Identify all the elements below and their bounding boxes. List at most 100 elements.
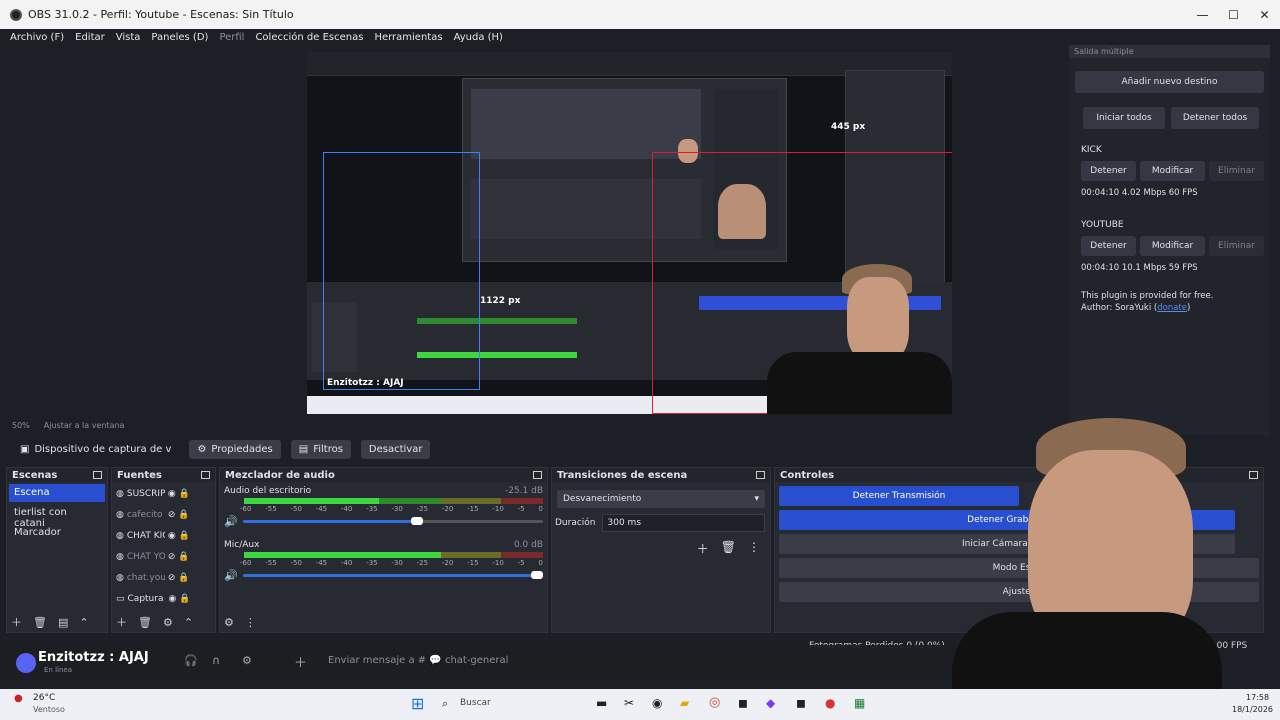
properties-button[interactable]: ⚙ Propiedades	[189, 439, 281, 459]
trash-icon[interactable]: 🗑	[138, 616, 152, 629]
lock-icon[interactable]: 🔒	[179, 489, 190, 499]
target-edit-button[interactable]: Modificar	[1140, 236, 1205, 256]
start-all-button[interactable]: Iniciar todos	[1083, 107, 1165, 129]
fit-label[interactable]: Ajustar a la ventana	[44, 421, 125, 430]
app-icon[interactable]: ◼	[738, 696, 748, 710]
windows-start-icon[interactable]: ⊞	[411, 694, 424, 713]
zoom-value[interactable]: 50%	[12, 421, 30, 430]
stop-stream-button[interactable]: Detener Transmisión	[779, 486, 1019, 506]
minimize-icon[interactable]: —	[1187, 0, 1218, 29]
source-item[interactable]: ◍chat.yout⊘🔒	[112, 568, 215, 587]
menu-archivo[interactable]: Archivo (F)	[10, 32, 64, 43]
eye-icon[interactable]: ◉	[168, 531, 176, 541]
chrome-icon[interactable]: ◎	[709, 695, 720, 710]
add-icon[interactable]: ＋	[11, 614, 22, 630]
menu-paneles[interactable]: Paneles (D)	[151, 32, 208, 43]
lock-icon[interactable]: 🔒	[179, 594, 190, 604]
search-icon[interactable]: ⌕	[442, 697, 448, 711]
eye-off-icon[interactable]: ⊘	[168, 552, 176, 562]
menu-perfil[interactable]: Perfil	[219, 32, 244, 43]
speaker-icon[interactable]: 🔊	[224, 515, 238, 528]
deactivate-button[interactable]: Desactivar	[360, 439, 431, 459]
menu-ayuda[interactable]: Ayuda (H)	[454, 32, 503, 43]
add-icon[interactable]: ＋	[697, 540, 709, 557]
source-item[interactable]: ◍ CHAT KIC ◉ 🔒	[112, 526, 215, 545]
eye-off-icon[interactable]: ⊘	[168, 573, 176, 583]
tick-label: 0	[538, 505, 543, 513]
volume-slider[interactable]	[242, 517, 543, 525]
obs-icon[interactable]: ◉	[652, 696, 662, 710]
clock-time[interactable]: 17:58	[1246, 693, 1269, 702]
source-item[interactable]: ◍SUSCRIPC◉🔒	[112, 484, 215, 503]
filter-icon[interactable]: ▤	[58, 616, 68, 629]
volume-meter	[244, 498, 543, 504]
trash-icon[interactable]: 🗑	[721, 540, 736, 557]
stop-all-button[interactable]: Detener todos	[1171, 107, 1259, 129]
speaker-icon[interactable]: 🔊	[224, 569, 238, 582]
scene-item[interactable]: Marcador	[9, 524, 105, 542]
transition-select[interactable]: Desvanecimiento ▾	[557, 490, 765, 508]
lock-icon[interactable]: 🔒	[178, 510, 189, 520]
target-delete-button[interactable]: Eliminar	[1208, 161, 1265, 181]
duration-input[interactable]: 300 ms	[601, 514, 765, 532]
capcut-icon[interactable]: ✂	[624, 696, 634, 710]
eye-icon[interactable]: ◉	[168, 489, 176, 499]
scene-item[interactable]: Escena	[9, 484, 105, 502]
popout-icon[interactable]	[533, 471, 542, 479]
app-icon[interactable]: ●	[825, 696, 835, 710]
popout-icon[interactable]	[93, 471, 102, 479]
tick-label: -5	[517, 505, 525, 513]
menu-coleccion[interactable]: Colección de Escenas	[255, 32, 363, 43]
deafen-icon[interactable]: 🎧	[184, 654, 198, 667]
popout-icon[interactable]	[756, 471, 765, 479]
excel-icon[interactable]: ▦	[854, 696, 865, 710]
gear-icon[interactable]: ⚙	[163, 616, 173, 629]
popout-icon[interactable]	[201, 471, 210, 479]
target-stop-button[interactable]: Detener	[1081, 161, 1137, 181]
add-icon[interactable]: ＋	[294, 652, 307, 671]
popout-icon[interactable]	[1249, 471, 1258, 479]
source-item[interactable]: ◍ cafecito ⊘ 🔒	[112, 505, 215, 524]
preview-canvas[interactable]: 445 px 1122 px Enzitotzz : AJAJ	[307, 52, 952, 414]
app-icon[interactable]: ◼	[796, 696, 806, 710]
donate-link[interactable]: donate	[1157, 303, 1187, 313]
lock-icon[interactable]: 🔒	[179, 531, 190, 541]
weather-temp[interactable]: 26°C	[33, 693, 55, 703]
clock-date[interactable]: 18/1/2026	[1232, 705, 1273, 714]
menu-editar[interactable]: Editar	[75, 32, 105, 43]
taskview-icon[interactable]: ▬	[596, 696, 607, 710]
gear-icon[interactable]: ⚙	[242, 654, 252, 667]
chevron-up-icon[interactable]: ⌃	[184, 616, 193, 629]
target-edit-button[interactable]: Modificar	[1140, 161, 1205, 181]
filters-button[interactable]: ▤ Filtros	[290, 439, 351, 459]
advanced-audio-icon[interactable]: ⚙	[224, 616, 234, 629]
menu-herramientas[interactable]: Herramientas	[374, 32, 442, 43]
tick-label: -25	[416, 559, 429, 567]
target-delete-button[interactable]: Eliminar	[1208, 236, 1265, 256]
lock-icon[interactable]: 🔒	[178, 573, 189, 583]
lock-icon[interactable]: 🔒	[178, 552, 189, 562]
scene-item[interactable]: tierlist con catani	[9, 504, 105, 529]
close-icon[interactable]: ✕	[1249, 0, 1280, 29]
taskbar-search[interactable]: Buscar	[460, 698, 491, 708]
eye-off-icon[interactable]: ⊘	[168, 510, 176, 520]
source-item[interactable]: ▭Captura d◉🔒	[112, 589, 215, 608]
eye-icon[interactable]: ◉	[169, 594, 177, 604]
folder-icon[interactable]: ▰	[680, 696, 689, 710]
menu-dots-icon[interactable]: ⋮	[245, 616, 256, 629]
app-icon[interactable]: ◆	[766, 696, 775, 710]
source-item[interactable]: ◍CHAT YOU⊘🔒	[112, 547, 215, 566]
add-destination-button[interactable]: Añadir nuevo destino	[1075, 71, 1264, 93]
meter-ticks: -60 -55 -50 -45 -40 -35 -30 -25 -20 -15 -10 -5 0	[224, 559, 543, 567]
trash-icon[interactable]: 🗑	[33, 616, 47, 629]
menu-dots-icon[interactable]: ⋮	[748, 540, 760, 557]
menu-vista[interactable]: Vista	[116, 32, 141, 43]
message-input[interactable]: Enviar mensaje a # 💬 chat-general	[328, 655, 508, 666]
chevron-up-icon[interactable]: ⌃	[79, 616, 88, 629]
maximize-icon[interactable]: ☐	[1218, 0, 1249, 29]
volume-slider[interactable]	[242, 571, 543, 579]
add-icon[interactable]: ＋	[116, 614, 127, 630]
headset-icon[interactable]: ∩	[212, 654, 220, 667]
duration-label: Duración	[555, 518, 596, 528]
target-stop-button[interactable]: Detener	[1081, 236, 1137, 256]
